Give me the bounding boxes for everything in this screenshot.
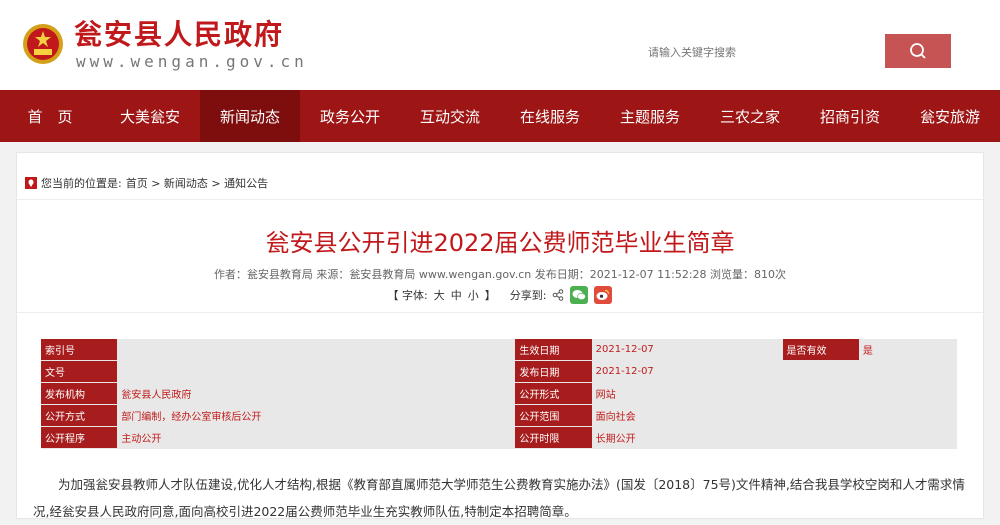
article-meta: 作者：瓮安县教育局 来源：瓮安县教育局 www.wengan.gov.cn 发布… xyxy=(213,268,787,281)
nav-item-interaction[interactable]: 互动交流 xyxy=(400,90,500,142)
info-empty xyxy=(858,361,957,383)
info-empty xyxy=(782,361,859,383)
info-value xyxy=(117,339,516,361)
site-header: 瓮安县人民政府 www.wengan.gov.cn xyxy=(0,0,1000,90)
table-row: 索引号 生效日期 2021-12-07 是否有效 是 xyxy=(41,339,957,361)
info-value: 瓮安县人民政府 xyxy=(117,383,516,405)
site-title[interactable]: 瓮安县人民政府 xyxy=(74,20,284,50)
nav-item-investment[interactable]: 招商引资 xyxy=(800,90,900,142)
nav-item-theme-services[interactable]: 主题服务 xyxy=(600,90,700,142)
table-row: 公开程序 主动公开 公开时限 长期公开 xyxy=(41,427,957,449)
national-emblem-icon xyxy=(23,24,63,64)
info-key: 生效日期 xyxy=(515,339,592,361)
breadcrumb: 您当前的位置是: 首页 > 新闻动态 > 通知公告 xyxy=(25,175,268,191)
font-size-medium-button[interactable]: 中 xyxy=(451,287,462,303)
search-icon xyxy=(910,43,926,59)
article-container: 您当前的位置是: 首页 > 新闻动态 > 通知公告 瓮安县公开引进2022届公费… xyxy=(16,152,984,519)
site-url: www.wengan.gov.cn xyxy=(76,52,308,71)
info-empty xyxy=(782,383,859,405)
article-paragraph: 为加强瓮安县教师人才队伍建设,优化人才结构,根据《教育部直属师范大学师范生公费教… xyxy=(33,477,965,519)
info-empty xyxy=(858,427,957,449)
info-value: 2021-12-07 xyxy=(591,339,783,361)
font-size-small-button[interactable]: 小 xyxy=(468,287,479,303)
info-empty xyxy=(858,383,957,405)
divider xyxy=(17,312,983,313)
nav-item-home[interactable]: 首 页 xyxy=(0,90,100,142)
info-value: 面向社会 xyxy=(591,405,783,427)
info-key: 公开时限 xyxy=(515,427,592,449)
article-tools: 【 字体: 大 中 小 】 分享到: xyxy=(17,285,983,305)
font-size-suffix: 】 xyxy=(484,289,496,302)
info-value: 是 xyxy=(858,339,957,361)
divider xyxy=(17,199,983,200)
search-input[interactable] xyxy=(520,36,864,68)
info-key: 公开程序 xyxy=(41,427,118,449)
info-key: 公开方式 xyxy=(41,405,118,427)
info-empty xyxy=(782,405,859,427)
table-row: 文号 发布日期 2021-12-07 xyxy=(41,361,957,383)
breadcrumb-prefix: 您当前的位置是: xyxy=(41,177,122,190)
nav-item-online-services[interactable]: 在线服务 xyxy=(500,90,600,142)
info-value: 部门编制，经办公室审核后公开 xyxy=(117,405,516,427)
info-key: 发布机构 xyxy=(41,383,118,405)
info-value xyxy=(117,361,516,383)
share-label: 分享到: xyxy=(509,289,547,302)
info-value: 2021-12-07 xyxy=(591,361,783,383)
info-key: 索引号 xyxy=(41,339,118,361)
font-size-large-button[interactable]: 大 xyxy=(434,287,445,303)
nav-item-news[interactable]: 新闻动态 xyxy=(200,90,300,142)
weibo-share-icon[interactable] xyxy=(594,286,613,304)
main-nav: 首 页 大美瓮安 新闻动态 政务公开 互动交流 在线服务 主题服务 三农之家 招… xyxy=(0,90,1000,142)
location-pin-icon xyxy=(25,177,37,189)
document-info-table: 索引号 生效日期 2021-12-07 是否有效 是 文号 发布日期 2021-… xyxy=(41,339,957,449)
info-key: 公开形式 xyxy=(515,383,592,405)
info-key: 是否有效 xyxy=(782,339,859,361)
info-key: 公开范围 xyxy=(515,405,592,427)
info-value: 主动公开 xyxy=(117,427,516,449)
table-row: 发布机构 瓮安县人民政府 公开形式 网站 xyxy=(41,383,957,405)
info-value: 网站 xyxy=(591,383,783,405)
article-title: 瓮安县公开引进2022届公费师范毕业生简章 xyxy=(265,229,735,257)
wechat-share-icon[interactable] xyxy=(570,286,589,304)
share-icon[interactable] xyxy=(552,289,564,301)
search-button[interactable] xyxy=(885,34,951,68)
nav-item-agriculture[interactable]: 三农之家 xyxy=(700,90,800,142)
breadcrumb-path[interactable]: 首页 > 新闻动态 > 通知公告 xyxy=(126,175,268,191)
info-key: 发布日期 xyxy=(515,361,592,383)
nav-item-government-affairs[interactable]: 政务公开 xyxy=(300,90,400,142)
table-row: 公开方式 部门编制，经办公室审核后公开 公开范围 面向社会 xyxy=(41,405,957,427)
info-value: 长期公开 xyxy=(591,427,783,449)
info-empty xyxy=(858,405,957,427)
font-size-prefix: 【 字体: xyxy=(387,289,428,302)
info-empty xyxy=(782,427,859,449)
nav-item-beautiful-wengan[interactable]: 大美瓮安 xyxy=(100,90,200,142)
nav-item-tourism[interactable]: 瓮安旅游 xyxy=(900,90,1000,142)
info-key: 文号 xyxy=(41,361,118,383)
